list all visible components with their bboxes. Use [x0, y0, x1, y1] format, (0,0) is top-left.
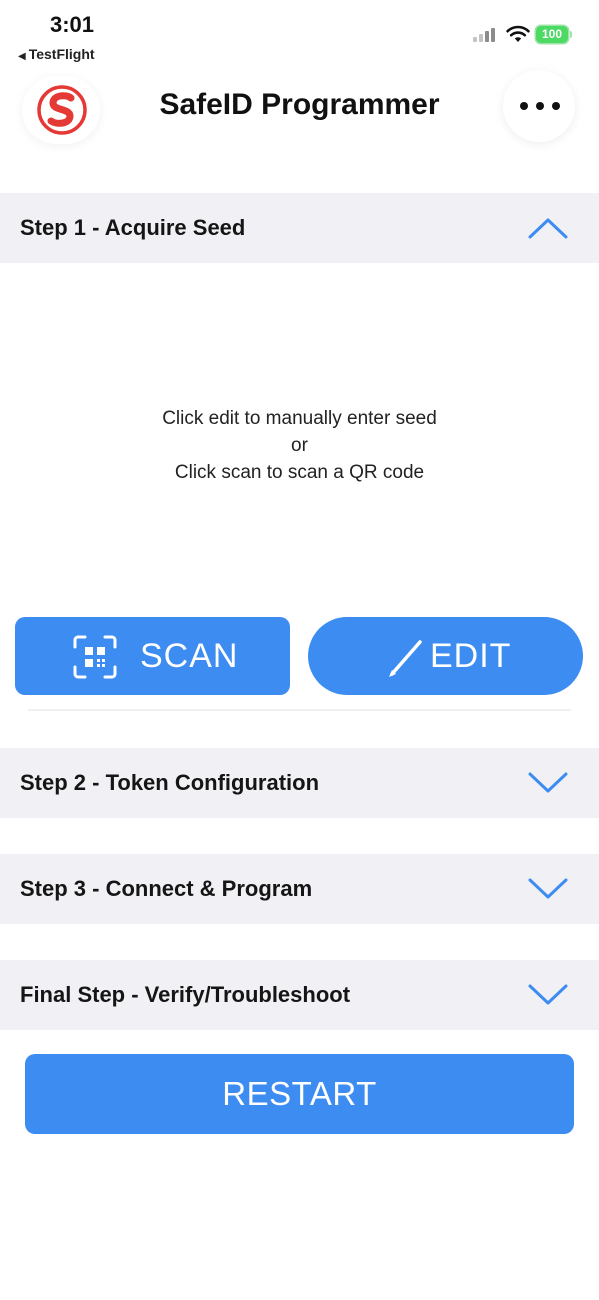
back-app-label: TestFlight: [28, 46, 95, 62]
instruction-line-or: or: [291, 435, 308, 456]
more-options-button[interactable]: [503, 70, 575, 142]
instruction-line-scan: Click scan to scan a QR code: [174, 462, 425, 483]
chevron-up-icon: [528, 218, 568, 239]
step-3-header[interactable]: Step 3 - Connect & Program: [0, 854, 599, 924]
cellular-signal-icon: [473, 26, 499, 42]
wifi-icon: [506, 25, 530, 42]
step-2-header[interactable]: Step 2 - Token Configuration: [0, 748, 599, 818]
pencil-icon: [389, 640, 422, 677]
scan-button[interactable]: SCAN: [15, 617, 290, 695]
step-3-label: Step 3 - Connect & Program: [20, 876, 313, 901]
final-step-label: Final Step - Verify/Troubleshoot: [20, 982, 351, 1007]
back-to-testflight-link[interactable]: ◀ TestFlight: [18, 46, 95, 62]
chevron-down-icon: [528, 878, 568, 899]
status-bar: 3:01 ◀ TestFlight 100: [0, 0, 599, 70]
chevron-down-icon: [528, 984, 568, 1005]
chevron-down-icon: [528, 772, 568, 793]
qr-scan-icon: [73, 635, 117, 679]
seed-instructions: Click edit to manually enter seed or Cli…: [0, 405, 599, 486]
step-1-header[interactable]: Step 1 - Acquire Seed: [0, 193, 599, 263]
section-divider: [28, 709, 571, 711]
step-2-label: Step 2 - Token Configuration: [20, 770, 320, 795]
final-step-header[interactable]: Final Step - Verify/Troubleshoot: [0, 960, 599, 1030]
instruction-line-edit: Click edit to manually enter seed: [162, 408, 437, 429]
battery-icon: 100: [536, 26, 572, 43]
edit-button[interactable]: EDIT: [308, 617, 583, 695]
restart-button[interactable]: RESTART: [25, 1054, 574, 1134]
ellipsis-icon: [520, 102, 560, 110]
app-header: SafeID Programmer: [0, 70, 599, 180]
scan-button-label: SCAN: [140, 637, 239, 675]
edit-button-label: EDIT: [430, 637, 512, 675]
status-time: 3:01: [50, 12, 95, 37]
back-triangle-icon: ◀: [18, 51, 26, 62]
step-1-label: Step 1 - Acquire Seed: [20, 215, 246, 240]
